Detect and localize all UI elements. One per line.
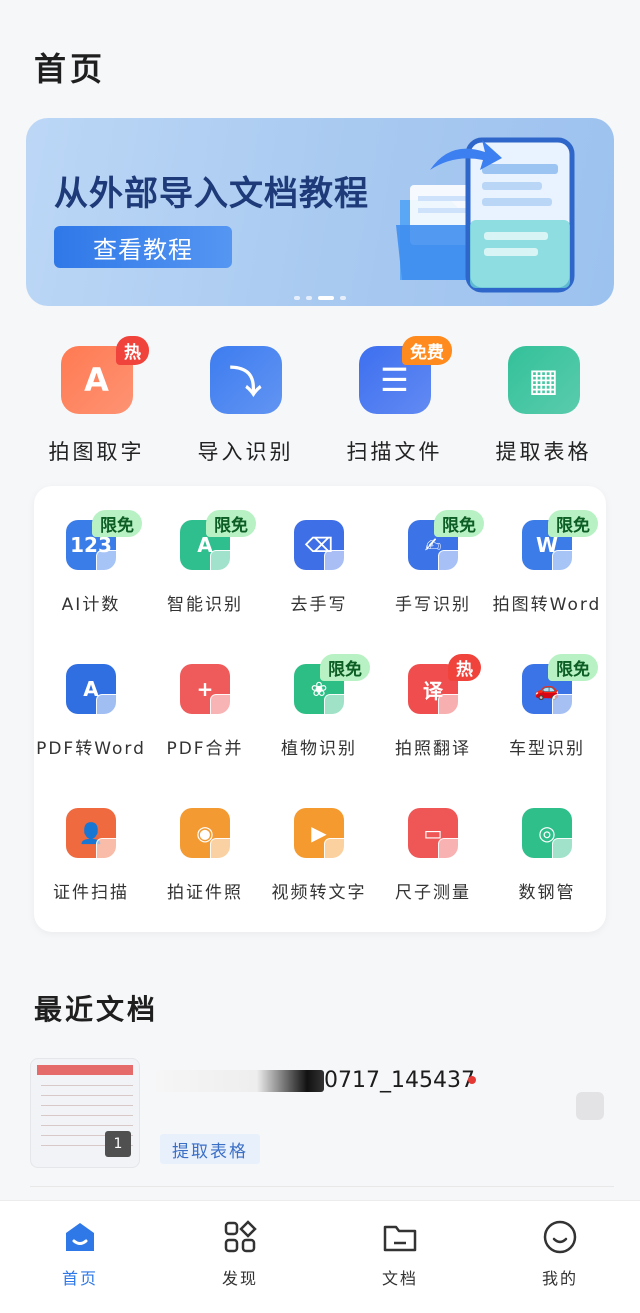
nav-label-documents: 文档 [381,1269,418,1288]
limited-free-badge: 限免 [206,510,256,537]
tool-photo-to-word[interactable]: W 限免 拍图转Word [490,492,604,615]
tool-label: 去手写 [290,595,348,615]
limited-free-badge: 限免 [548,510,598,537]
import-document-illustration [396,137,575,293]
feature-scan-file[interactable]: ☰ 免费 扫描文件 [320,336,469,466]
home-icon [66,1223,94,1251]
tool-ai-count[interactable]: 123 限免 AI计数 [34,492,148,615]
nav-label-profile: 我的 [541,1269,578,1288]
tool-label: 植物识别 [281,739,357,759]
hot-badge: 热 [116,336,149,365]
banner-dot[interactable] [340,296,346,300]
tool-label: 尺子测量 [395,883,471,903]
free-badge: 免费 [402,336,452,365]
nav-profile[interactable]: 我的 [480,1201,640,1313]
tool-label: 车型识别 [509,739,585,759]
tool-id-scan[interactable]: 👤 证件扫描 [34,780,148,903]
tool-count-pipes[interactable]: ◎ 数钢管 [490,780,604,903]
banner-pagination [26,296,614,300]
feature-label: 拍图取字 [48,440,145,464]
feature-label: 扫描文件 [346,440,443,464]
document-tag: 提取表格 [160,1134,260,1164]
tool-car-recognize[interactable]: 🚗 限免 车型识别 [490,636,604,759]
tool-plant-recognize[interactable]: ❀ 限免 植物识别 [262,636,376,759]
feature-extract-table[interactable]: ▦ 提取表格 [469,336,618,466]
tool-label: 拍图转Word [492,595,602,615]
tool-label: 数钢管 [518,883,576,903]
page-title: 首页 [34,50,107,88]
id-photo-icon: ◉ [180,808,236,864]
limited-free-badge: 限免 [548,654,598,681]
import-recognize-icon: ⤵ [209,346,282,414]
nav-documents[interactable]: 文档 [320,1201,480,1313]
extract-table-icon: ▦ [507,346,580,414]
recent-document-row[interactable]: 1 0717_145437 提取表格 [30,1058,614,1168]
ruler-measure-icon: ▭ [408,808,464,864]
document-thumbnail[interactable]: 1 [30,1058,140,1168]
tool-video-to-text[interactable]: ▶ 视频转文字 [262,780,376,903]
tool-handwriting-recognize[interactable]: ✍ 限免 手写识别 [376,492,490,615]
remove-handwriting-icon: ⌫ [294,520,350,576]
limited-free-badge: 限免 [92,510,142,537]
tool-label: 智能识别 [167,595,243,615]
discover-icon [224,1220,257,1253]
tool-remove-handwriting[interactable]: ⌫ 去手写 [262,492,376,615]
tool-id-photo[interactable]: ◉ 拍证件照 [148,780,262,903]
tool-label: 手写识别 [395,595,471,615]
count-pipes-icon: ◎ [522,808,578,864]
bottom-navigation: 首页 发现 文档 我的 [0,1200,640,1313]
banner-dot[interactable] [306,296,312,300]
tool-label: 视频转文字 [271,883,367,903]
tool-label: PDF转Word [36,739,146,759]
tool-pdf-merge[interactable]: + PDF合并 [148,636,262,759]
hot-badge: 热 [448,654,481,681]
limited-free-badge: 限免 [320,654,370,681]
divider [30,1186,614,1187]
document-name-suffix: 0717_145437 [324,1068,475,1093]
nav-home[interactable]: 首页 [0,1201,160,1313]
tutorial-banner[interactable]: 从外部导入文档教程 查看教程 [26,118,614,306]
tool-pdf-to-word[interactable]: A PDF转Word [34,636,148,759]
feature-import-recognize[interactable]: ⤵ 导入识别 [171,336,320,466]
tool-label: 拍照翻译 [395,739,471,759]
tool-label: 拍证件照 [167,883,243,903]
pdf-to-word-icon: A [66,664,122,720]
feature-label: 提取表格 [495,440,592,464]
tool-photo-translate[interactable]: 译热拍照翻译 [376,636,490,759]
recent-documents-title: 最近文档 [34,993,159,1026]
nav-discover[interactable]: 发现 [160,1201,320,1313]
folder-icon [383,1225,417,1252]
nav-label-discover: 发现 [221,1269,258,1288]
banner-dot[interactable] [294,296,300,300]
tool-smart-recognize[interactable]: A 限免 智能识别 [148,492,262,615]
redacted-filename [156,1070,324,1092]
tool-label: PDF合并 [166,739,244,759]
select-checkbox[interactable] [576,1092,604,1120]
tools-grid: 123 限免 AI计数 A 限免 智能识别 ⌫ 去手写 ✍ 限免 手写识别 W 限免 拍图转Word A PD… [34,486,606,932]
video-to-text-icon: ▶ [294,808,350,864]
banner-title: 从外部导入文档教程 [54,174,369,214]
nav-label-home: 首页 [61,1269,98,1288]
feature-photo-text[interactable]: A 热拍图取字 [22,336,171,466]
feature-label: 导入识别 [197,440,294,464]
page-count-badge: 1 [105,1131,131,1157]
banner-dot-active[interactable] [318,296,334,300]
tool-ruler-measure[interactable]: ▭ 尺子测量 [376,780,490,903]
profile-icon [543,1220,577,1254]
document-name: 0717_145437 [156,1068,475,1093]
pdf-merge-icon: + [180,664,236,720]
limited-free-badge: 限免 [434,510,484,537]
tool-label: 证件扫描 [53,883,129,903]
view-tutorial-button[interactable]: 查看教程 [54,226,232,268]
tool-label: AI计数 [61,595,121,615]
id-scan-icon: 👤 [66,808,122,864]
top-features: A 热拍图取字 ⤵ 导入识别 ☰ 免费 扫描文件 ▦ 提取表格 [22,336,618,466]
unread-dot [468,1076,476,1084]
